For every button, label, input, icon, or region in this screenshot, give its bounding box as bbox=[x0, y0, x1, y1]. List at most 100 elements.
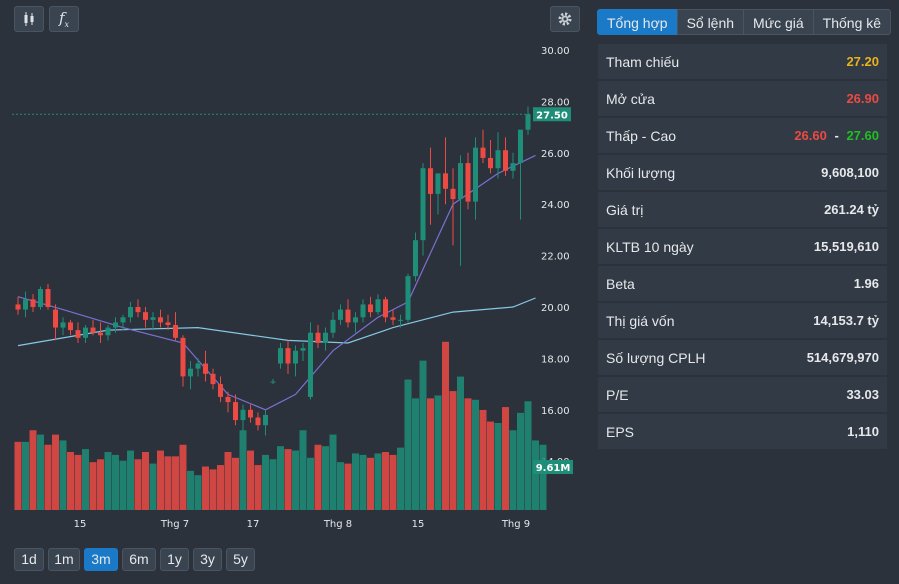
low-value: 26.60 bbox=[123, 44, 156, 55]
volume-bar bbox=[434, 395, 442, 510]
high-label: H bbox=[67, 44, 77, 55]
candle-body bbox=[105, 327, 111, 336]
volume-bar bbox=[397, 447, 404, 510]
candle-body bbox=[390, 317, 396, 320]
ma-legend: MA10 25.90 MA50 20.35 bbox=[19, 62, 158, 73]
stats-table: Tham chiếu 27.20 Mở cửa 26.90 Thấp - Cao… bbox=[598, 44, 887, 451]
tab-price-levels[interactable]: Mức giá bbox=[743, 9, 814, 35]
candlestick-button[interactable] bbox=[14, 6, 44, 32]
range-button-3y[interactable]: 3y bbox=[193, 548, 222, 571]
stat-row-reference: Tham chiếu 27.20 bbox=[598, 44, 887, 79]
candle-body bbox=[308, 332, 313, 397]
candle-body bbox=[323, 332, 328, 343]
tab-summary[interactable]: Tổng hợp bbox=[597, 9, 678, 35]
candle-body bbox=[45, 289, 51, 307]
candle-body bbox=[428, 168, 433, 194]
volume-bar bbox=[74, 454, 82, 510]
candle-body bbox=[503, 150, 508, 171]
candle-body bbox=[60, 322, 66, 328]
stat-value: 26.60 - 27.60 bbox=[794, 128, 879, 143]
y-tick-label: 22.00 bbox=[541, 252, 570, 263]
stat-label: Thị giá vốn bbox=[606, 312, 675, 329]
x-tick-label: 15 bbox=[74, 519, 87, 530]
stat-label: EPS bbox=[606, 423, 635, 440]
stat-value: 33.03 bbox=[846, 387, 879, 402]
range-button-1m[interactable]: 1m bbox=[48, 548, 80, 571]
stat-value: 1.96 bbox=[853, 276, 879, 291]
tab-statistics[interactable]: Thống kê bbox=[812, 9, 892, 35]
candle-body bbox=[210, 373, 216, 385]
stat-row-low-high: Thấp - Cao 26.60 - 27.60 bbox=[598, 118, 887, 153]
candle-body bbox=[128, 307, 133, 318]
candle-body bbox=[278, 348, 283, 364]
candle-body bbox=[473, 147, 478, 202]
volume-bar bbox=[292, 450, 299, 510]
gear-icon bbox=[558, 12, 572, 26]
candle-body bbox=[255, 417, 261, 426]
candle-body bbox=[83, 327, 88, 338]
candle-body bbox=[488, 157, 493, 169]
volume-bar bbox=[172, 456, 179, 510]
stat-value: 15,519,610 bbox=[813, 239, 879, 254]
tab-order-book[interactable]: Sổ lệnh bbox=[676, 9, 745, 35]
stat-label: Mở cửa bbox=[606, 90, 655, 107]
volume-bar bbox=[97, 459, 104, 510]
ma50-label: MA50 bbox=[92, 62, 125, 73]
y-tick-label: 18.00 bbox=[541, 354, 570, 365]
range-separator: - bbox=[834, 128, 839, 143]
stat-label: Thấp - Cao bbox=[606, 127, 677, 144]
candle-body bbox=[240, 409, 246, 421]
candle-body bbox=[450, 188, 456, 200]
low-label: L bbox=[116, 44, 123, 55]
range-button-1d[interactable]: 1d bbox=[14, 548, 44, 571]
volume-bar bbox=[29, 430, 37, 510]
stat-row-eps: EPS 1,110 bbox=[598, 414, 887, 449]
candle-body bbox=[315, 332, 321, 343]
candle-body bbox=[420, 168, 426, 241]
volume-value: 9.61M bbox=[228, 44, 264, 55]
y-tick-label: 24.00 bbox=[541, 200, 570, 211]
stat-value: 261.24 tỷ bbox=[824, 202, 879, 217]
open-value: 26.90 bbox=[28, 44, 61, 55]
volume-bar bbox=[37, 434, 44, 510]
stat-label: Giá trị bbox=[606, 201, 644, 218]
candle-body bbox=[300, 348, 306, 351]
range-button-5y[interactable]: 5y bbox=[226, 548, 255, 571]
volume-bar bbox=[104, 452, 112, 510]
low-value: 26.60 bbox=[794, 128, 827, 143]
candle-body bbox=[368, 304, 373, 313]
range-button-6m[interactable]: 6m bbox=[122, 548, 156, 571]
volume-bar bbox=[307, 457, 314, 510]
settings-button[interactable] bbox=[550, 6, 580, 32]
indicators-button[interactable]: fx bbox=[49, 6, 79, 32]
volume-bar bbox=[119, 460, 127, 510]
candle-body bbox=[158, 317, 163, 323]
volume-bar bbox=[284, 449, 292, 510]
candle-body bbox=[480, 147, 486, 158]
close-value: 27.50 bbox=[170, 44, 203, 55]
ohlc-legend: O26.90 H27.60 L26.60 C27.50 Vol9.61M bbox=[19, 44, 267, 55]
volume-bar bbox=[337, 462, 344, 510]
y-tick-label: 30.00 bbox=[541, 46, 570, 57]
volume-bar bbox=[149, 463, 157, 510]
volume-bar bbox=[524, 401, 532, 510]
candle-body bbox=[75, 330, 81, 338]
stat-value: 26.90 bbox=[846, 91, 879, 106]
volume-bar bbox=[487, 421, 494, 510]
candle-body bbox=[90, 327, 96, 333]
stat-label: P/E bbox=[606, 386, 629, 403]
volume-label: Vol bbox=[210, 44, 228, 55]
function-icon: fx bbox=[58, 9, 70, 29]
range-button-1y[interactable]: 1y bbox=[160, 548, 189, 571]
stat-value: 514,679,970 bbox=[806, 350, 879, 365]
candle-body bbox=[495, 150, 501, 169]
volume-bar bbox=[367, 457, 374, 510]
volume-bar bbox=[457, 376, 464, 510]
volume-bar bbox=[374, 453, 382, 510]
last-price-label: 27.50 bbox=[536, 110, 568, 121]
volume-bar bbox=[157, 450, 164, 510]
candle-body bbox=[435, 173, 441, 194]
candle-body bbox=[195, 363, 201, 369]
range-button-3m[interactable]: 3m bbox=[84, 548, 118, 571]
ma10-label: MA10 bbox=[19, 62, 51, 73]
